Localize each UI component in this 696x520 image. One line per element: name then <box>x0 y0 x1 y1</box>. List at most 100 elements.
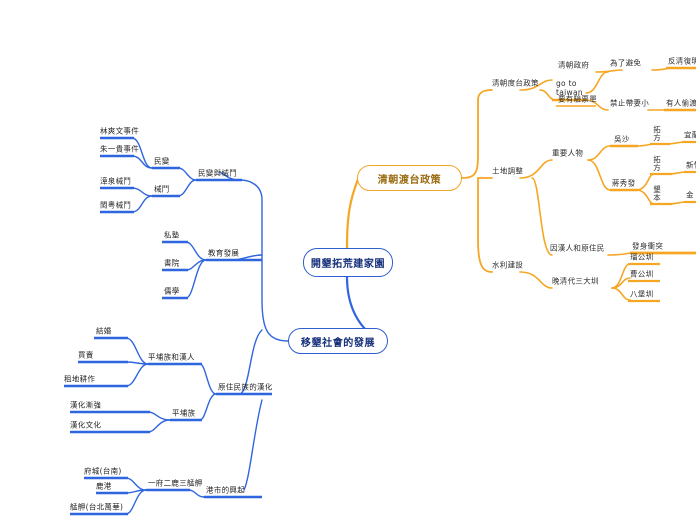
node-riot-and-fight-label: 民變與械鬥 <box>198 168 237 178</box>
node-lugang-label: 鹿港 <box>96 481 112 491</box>
node-someone-smuggle[interactable]: 有人偷渡 <box>664 98 696 110</box>
node-caogong-canal-label: 曹公圳 <box>630 269 654 279</box>
node-anti-qing[interactable]: 反清復明 <box>666 56 696 68</box>
node-ken-ben-label: 墾本 <box>652 185 662 201</box>
node-kai-fang-1-label: 拓方 <box>652 125 662 141</box>
node-port-rise[interactable]: 港市的興起 <box>204 485 247 497</box>
node-academy-label: 書院 <box>164 258 180 268</box>
node-wu-sha-label: 吳沙 <box>614 134 630 144</box>
node-kai-fang-1[interactable]: 拓方 <box>651 125 663 143</box>
node-xinzhu-label: 新竹 <box>686 160 696 170</box>
node-min-yue-fight-label: 閩粵械鬥 <box>100 200 132 210</box>
node-jiang-xiufeng[interactable]: 蔣秀發 <box>610 178 637 190</box>
node-sinicize-culture[interactable]: 漢化文化 <box>68 420 103 432</box>
node-policy-root-label: 清朝度台政策 <box>492 78 539 88</box>
node-native-sinicization-label: 原住民族的漢化 <box>218 382 273 392</box>
node-zhu-yigui[interactable]: 朱一貴事件 <box>98 144 141 156</box>
node-riot[interactable]: 民變 <box>152 157 172 168</box>
node-rent-farm[interactable]: 租地耕作 <box>62 374 97 386</box>
node-trade[interactable]: 買賣 <box>76 350 96 362</box>
node-anti-qing-label: 反清復明 <box>668 56 696 66</box>
node-yilan-label: 宜蘭 <box>684 130 696 140</box>
node-jin-label: 金 <box>686 190 694 200</box>
node-lin-shuangwen[interactable]: 林爽文事件 <box>98 127 141 138</box>
node-qing-government-label: 清朝政府 <box>558 60 590 70</box>
node-three-canals[interactable]: 晚清代三大圳 <box>550 276 601 288</box>
node-academy[interactable]: 書院 <box>162 258 182 270</box>
node-rent-farm-label: 租地耕作 <box>64 374 96 384</box>
node-xinzhu[interactable]: 新竹 <box>684 160 696 172</box>
node-confucian-study-label: 儒學 <box>164 286 180 296</box>
branch-node-qing-policy[interactable]: 清朝渡台政策 <box>357 165 462 191</box>
node-sinicize-strong[interactable]: 漢化漸強 <box>68 400 103 412</box>
branch-node-migrant-society-label: 移墾社會的發展 <box>300 337 376 349</box>
branch-node-qing-policy-label: 清朝渡台政策 <box>377 174 442 186</box>
node-private-school-label: 私塾 <box>164 230 180 240</box>
node-private-school[interactable]: 私塾 <box>162 230 182 242</box>
node-wu-sha[interactable]: 吳沙 <box>612 134 632 146</box>
node-lugang[interactable]: 鹿港 <box>94 481 114 493</box>
node-ken-ben[interactable]: 墾本 <box>651 185 663 203</box>
node-kai-fang-2[interactable]: 拓方 <box>651 155 663 173</box>
node-trade-label: 買賣 <box>78 350 94 360</box>
node-land-adjust[interactable]: 土地調整 <box>490 166 525 178</box>
node-pingpu-and-han[interactable]: 平埔族和漢人 <box>146 352 197 364</box>
node-land-adjust-label: 土地調整 <box>492 166 524 176</box>
node-jiang-xiufeng-label: 蔣秀發 <box>612 178 636 188</box>
node-qing-government[interactable]: 清朝政府 <box>556 60 591 72</box>
node-sinicize-culture-label: 漢化文化 <box>70 420 102 430</box>
node-to-avoid[interactable]: 為了避免 <box>608 58 643 70</box>
node-sinicize-strong-label: 漢化漸強 <box>70 400 102 410</box>
node-key-people-label: 重要人物 <box>552 148 584 158</box>
node-need-ticket-label: 要有驗票單 <box>558 94 597 104</box>
node-pingpu-and-han-label: 平埔族和漢人 <box>148 352 195 362</box>
node-riot-and-fight[interactable]: 民變與械鬥 <box>196 168 239 180</box>
node-port-rise-label: 港市的興起 <box>206 485 245 495</box>
node-key-people[interactable]: 重要人物 <box>550 148 585 160</box>
node-marriage-label: 結婚 <box>96 326 112 336</box>
node-need-ticket[interactable]: 要有驗票單 <box>556 94 599 106</box>
node-zhang-quan-fight-label: 漳泉械鬥 <box>100 176 132 186</box>
node-policy-root[interactable]: 清朝度台政策 <box>490 78 541 90</box>
node-liugong-canal-label: 瑠公圳 <box>630 252 654 262</box>
node-jin[interactable]: 金 <box>684 190 696 202</box>
node-kai-fang-2-label: 拓方 <box>652 155 662 171</box>
node-education[interactable]: 教育發展 <box>206 248 241 260</box>
node-han-vs-native[interactable]: 因漢人和原住民 <box>548 243 607 255</box>
node-fucheng-tainan[interactable]: 府城(台南) <box>82 467 124 478</box>
node-someone-smuggle-label: 有人偷渡 <box>666 98 696 108</box>
root-node-label: 開墾拓荒建家園 <box>310 259 386 270</box>
node-mengjia-label: 艋舺(台北萬華) <box>70 502 124 512</box>
node-no-family[interactable]: 禁止帶妻小 <box>608 98 651 110</box>
node-three-canals-label: 晚清代三大圳 <box>552 276 599 286</box>
node-pingpu-label: 平埔族 <box>172 408 196 418</box>
node-fight[interactable]: 械鬥 <box>152 184 172 196</box>
node-one-fu-two-lu-label: 一府二鹿三艋舺 <box>148 478 203 488</box>
node-mengjia[interactable]: 艋舺(台北萬華) <box>68 502 125 514</box>
node-education-label: 教育發展 <box>208 248 240 258</box>
node-marriage[interactable]: 結婚 <box>94 326 114 338</box>
node-babao-canal[interactable]: 八堡圳 <box>628 289 655 301</box>
node-yilan[interactable]: 宜蘭 <box>682 130 696 142</box>
node-caogong-canal[interactable]: 曹公圳 <box>628 269 655 281</box>
node-pingpu[interactable]: 平埔族 <box>170 408 197 420</box>
node-water-works[interactable]: 水利建設 <box>490 260 525 272</box>
node-babao-canal-label: 八堡圳 <box>630 289 654 299</box>
node-conflict[interactable]: 發身衝突 <box>630 241 665 253</box>
node-one-fu-two-lu[interactable]: 一府二鹿三艋舺 <box>146 478 205 490</box>
node-han-vs-native-label: 因漢人和原住民 <box>550 243 605 253</box>
node-confucian-study[interactable]: 儒學 <box>162 286 182 298</box>
node-fight-label: 械鬥 <box>154 184 170 194</box>
node-to-avoid-label: 為了避免 <box>610 58 642 68</box>
node-zhang-quan-fight[interactable]: 漳泉械鬥 <box>98 176 133 188</box>
branch-node-migrant-society[interactable]: 移墾社會的發展 <box>288 328 388 354</box>
node-conflict-label: 發身衝突 <box>632 241 664 251</box>
root-node[interactable]: 開墾拓荒建家園 <box>303 248 393 277</box>
node-no-family-label: 禁止帶妻小 <box>610 98 649 108</box>
node-liugong-canal[interactable]: 瑠公圳 <box>628 252 655 264</box>
node-water-works-label: 水利建設 <box>492 260 524 270</box>
node-zhu-yigui-label: 朱一貴事件 <box>100 144 139 154</box>
node-min-yue-fight[interactable]: 閩粵械鬥 <box>98 200 133 212</box>
mindmap-canvas: 開墾拓荒建家園 清朝渡台政策 移墾社會的發展 清朝度台政策 go to taiw… <box>0 0 696 520</box>
node-native-sinicization[interactable]: 原住民族的漢化 <box>216 382 275 394</box>
